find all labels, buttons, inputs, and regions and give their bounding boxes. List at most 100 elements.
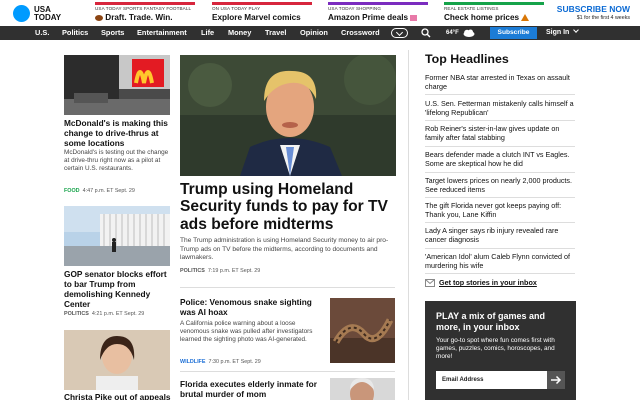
- column-divider: [408, 50, 409, 400]
- promo-kicker: USA TODAY SPORTS FANTASY FOOTBALL: [95, 6, 192, 11]
- football-icon: [95, 14, 103, 21]
- story-title[interactable]: McDonald's is making this change to driv…: [64, 118, 174, 148]
- timestamp: 4:21 p.m. ET Sept. 29: [91, 311, 145, 317]
- house-icon: [521, 14, 530, 22]
- nav-item-sports[interactable]: Sports: [101, 26, 124, 40]
- promo-kicker: ON USA TODAY PLAY: [212, 6, 261, 11]
- promo-home-prices[interactable]: REAL ESTATE LISTINGS Check home prices: [444, 2, 544, 24]
- headline-link[interactable]: Lady A singer says rib injury revealed r…: [425, 226, 577, 244]
- promo-amazon[interactable]: USA TODAY SHOPPING Amazon Prime deals: [328, 2, 428, 24]
- nav-item-entertainment[interactable]: Entertainment: [137, 26, 187, 40]
- story-title[interactable]: Christa Pike out of appeals: [64, 392, 174, 400]
- newsletter-title: PLAY a mix of games and more, in your in…: [436, 311, 546, 332]
- promo-accent-bar: [95, 2, 195, 5]
- inmate-image[interactable]: [330, 378, 395, 400]
- gift-icon: [410, 14, 418, 21]
- timestamp: 7:30 p.m. ET Sept. 29: [208, 359, 261, 365]
- search-icon[interactable]: [421, 28, 431, 38]
- newsletter-link[interactable]: Get top stories in your inbox: [425, 278, 537, 287]
- nav-item-politics[interactable]: Politics: [62, 26, 88, 40]
- lead-story-meta: POLITICS 7:19 p.m. ET Sept. 29: [180, 268, 260, 274]
- promo-kicker: USA TODAY SHOPPING: [328, 6, 382, 11]
- kennedy-center-image[interactable]: [64, 206, 170, 266]
- headline-link[interactable]: 'American Idol' alum Caleb Flynn convict…: [425, 252, 577, 270]
- christa-pike-photo: [64, 330, 170, 390]
- main-nav: U.S. Politics Sports Entertainment Life …: [0, 26, 640, 40]
- submit-button[interactable]: [547, 371, 565, 389]
- usa-today-logo[interactable]: USA TODAY: [13, 5, 61, 22]
- promo-marvel[interactable]: ON USA TODAY PLAY Explore Marvel comics: [212, 2, 312, 24]
- promo-fantasy-football[interactable]: USA TODAY SPORTS FANTASY FOOTBALL Draft.…: [95, 2, 195, 24]
- arrow-right-icon: [551, 375, 562, 385]
- promo-title: Draft. Trade. Win.: [105, 13, 173, 22]
- weather-temp: 64°F: [446, 30, 459, 36]
- promo-kicker: REAL ESTATE LISTINGS: [444, 6, 499, 11]
- nav-item-opinion[interactable]: Opinion: [300, 26, 328, 40]
- mcdonalds-image[interactable]: [64, 55, 170, 115]
- divider: [425, 248, 575, 249]
- divider: [425, 94, 575, 95]
- chevron-down-icon: [573, 27, 580, 33]
- story-meta: FOOD 4:47 p.m. ET Sept. 29: [64, 188, 135, 194]
- newsletter-link-label: Get top stories in your inbox: [439, 278, 537, 287]
- subscribe-now-subtitle: $1 for the first 4 weeks: [576, 15, 630, 21]
- story-summary: McDonald's is testing out the change at …: [64, 149, 169, 172]
- divider: [425, 197, 575, 198]
- divider: [180, 371, 395, 372]
- nav-subscribe-button[interactable]: Subscribe: [490, 27, 537, 39]
- divider: [425, 273, 575, 274]
- promo-title: Check home prices: [444, 13, 520, 22]
- chevron-down-icon: [395, 28, 404, 37]
- weather-widget[interactable]: 64°F: [446, 27, 475, 39]
- category-label[interactable]: POLITICS: [180, 268, 205, 274]
- newsletter-signup-box: PLAY a mix of games and more, in your in…: [425, 301, 576, 400]
- category-label[interactable]: POLITICS: [64, 311, 89, 317]
- email-field[interactable]: Email Address: [436, 371, 547, 389]
- logo-line-2: TODAY: [34, 12, 62, 22]
- category-label[interactable]: WILDLIFE: [180, 359, 205, 365]
- divider: [425, 146, 575, 147]
- headline-link[interactable]: Former NBA star arrested in Texas on ass…: [425, 73, 577, 91]
- promo-title: Explore Marvel comics: [212, 13, 301, 22]
- category-label[interactable]: FOOD: [64, 188, 80, 194]
- logo-dot-icon: [13, 5, 30, 22]
- nav-item-life[interactable]: Life: [201, 26, 214, 40]
- kennedy-center-photo: [64, 206, 170, 266]
- headline-link[interactable]: Target lowers prices on nearly 2,000 pro…: [425, 176, 577, 194]
- divider: [425, 120, 575, 121]
- snake-image[interactable]: [330, 298, 395, 363]
- headline-link[interactable]: Bears defender made a clutch INT vs Eagl…: [425, 150, 577, 168]
- promo-accent-bar: [212, 2, 312, 5]
- nav-item-money[interactable]: Money: [228, 26, 251, 40]
- lead-story-summary: The Trump administration is using Homela…: [180, 237, 389, 261]
- subscribe-now-title: SUBSCRIBE NOW: [556, 4, 630, 14]
- snake-photo: [330, 298, 395, 363]
- story-title[interactable]: GOP senator blocks effort to bar Trump f…: [64, 269, 174, 309]
- divider: [425, 172, 575, 173]
- headline-link[interactable]: Rob Reiner's sister-in-law gives update …: [425, 124, 577, 142]
- headline-link[interactable]: U.S. Sen. Fetterman mistakenly calls him…: [425, 99, 577, 117]
- story-summary: A California police warning about a loos…: [180, 320, 313, 343]
- lead-photo: [180, 55, 396, 176]
- nav-more-button[interactable]: [391, 28, 408, 38]
- divider: [180, 287, 395, 288]
- promo-accent-bar: [444, 2, 544, 5]
- promo-title: Amazon Prime deals: [328, 13, 409, 22]
- inmate-photo: [330, 378, 395, 400]
- headline-link[interactable]: The gift Florida never got keeps paying …: [425, 201, 577, 219]
- promo-accent-bar: [328, 2, 428, 5]
- lead-story-title[interactable]: Trump using Homeland Security funds to p…: [180, 181, 396, 233]
- story-meta: POLITICS 4:21 p.m. ET Sept. 29: [64, 311, 144, 317]
- sign-in-button[interactable]: Sign In: [546, 26, 580, 40]
- christa-pike-image[interactable]: [64, 330, 170, 390]
- story-title[interactable]: Florida executes elderly inmate for brut…: [180, 379, 320, 399]
- nav-item-crossword[interactable]: Crossword: [341, 26, 380, 40]
- story-title[interactable]: Police: Venomous snake sighting was AI h…: [180, 297, 320, 317]
- nav-item-travel[interactable]: Travel: [265, 26, 286, 40]
- subscribe-now-link[interactable]: SUBSCRIBE NOW $1 for the first 4 weeks: [557, 4, 630, 21]
- nav-item-us[interactable]: U.S.: [35, 26, 49, 40]
- sign-in-label: Sign In: [546, 29, 570, 36]
- lead-story-image[interactable]: [180, 55, 396, 176]
- divider: [425, 222, 575, 223]
- mcdonalds-photo: [64, 55, 170, 115]
